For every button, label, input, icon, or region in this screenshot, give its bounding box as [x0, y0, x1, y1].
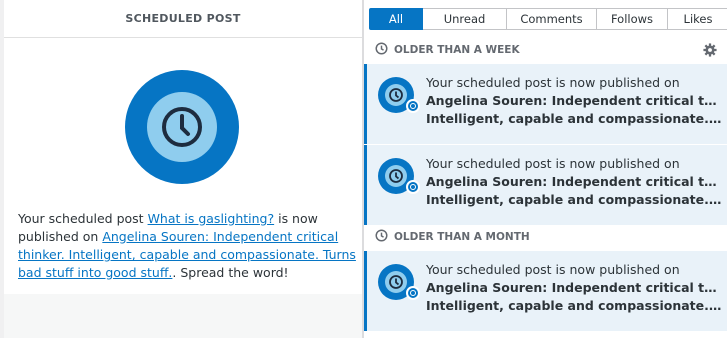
- detail-header: SCHEDULED POST: [4, 0, 362, 38]
- post-link[interactable]: What is gaslighting?: [148, 211, 275, 226]
- clock-badge-icon: [406, 99, 420, 113]
- clock-badge-icon: [406, 286, 420, 300]
- clock-badge-icon: [406, 180, 420, 194]
- scheduled-post-clock-icon: [125, 70, 239, 184]
- notification-text: Your scheduled post is now published on …: [426, 74, 722, 128]
- detail-message: Your scheduled post What is gaslighting?…: [18, 210, 358, 282]
- notification-list-panel: All Unread Comments Follows Likes OLDER …: [364, 0, 727, 338]
- section-header-month: OLDER THAN A MONTH: [364, 224, 727, 250]
- clock-icon: [375, 42, 388, 58]
- notification-site-title: Angelina Souren: Independent critical th…: [426, 174, 722, 189]
- notification-item[interactable]: Your scheduled post is now published on …: [364, 145, 727, 225]
- detail-footer: [4, 294, 362, 338]
- section-header-week: OLDER THAN A WEEK: [364, 37, 727, 63]
- message-text: . Spread the word!: [172, 265, 289, 280]
- notification-summary: Your scheduled post is now published on: [426, 156, 680, 171]
- section-label: OLDER THAN A MONTH: [394, 231, 530, 243]
- gear-icon[interactable]: [703, 43, 717, 60]
- notification-text: Your scheduled post is now published on …: [426, 261, 722, 315]
- section-label: OLDER THAN A WEEK: [394, 44, 520, 56]
- notification-summary: Your scheduled post is now published on: [426, 75, 680, 90]
- notification-detail-panel: SCHEDULED POST Your scheduled post What …: [4, 0, 362, 338]
- notification-text: Your scheduled post is now published on …: [426, 155, 722, 209]
- notification-site-title: Angelina Souren: Independent critical th…: [426, 280, 722, 295]
- tab-all[interactable]: All: [369, 8, 423, 30]
- tab-comments[interactable]: Comments: [507, 8, 597, 30]
- filter-tabs: All Unread Comments Follows Likes: [369, 8, 727, 30]
- notification-site-title: Angelina Souren: Independent critical th…: [426, 93, 722, 108]
- clock-icon: [375, 229, 388, 245]
- tab-likes[interactable]: Likes: [668, 8, 727, 30]
- notification-summary: Your scheduled post is now published on: [426, 262, 680, 277]
- notification-site-title: Intelligent, capable and compassionate. …: [426, 298, 722, 313]
- tab-unread[interactable]: Unread: [423, 8, 507, 30]
- notification-item[interactable]: Your scheduled post is now published on …: [364, 251, 727, 331]
- notification-site-title: Intelligent, capable and compassionate. …: [426, 192, 722, 207]
- message-text: Your scheduled post: [18, 211, 148, 226]
- notification-site-title: Intelligent, capable and compassionate. …: [426, 111, 722, 126]
- notification-item[interactable]: Your scheduled post is now published on …: [364, 64, 727, 144]
- tab-follows[interactable]: Follows: [597, 8, 668, 30]
